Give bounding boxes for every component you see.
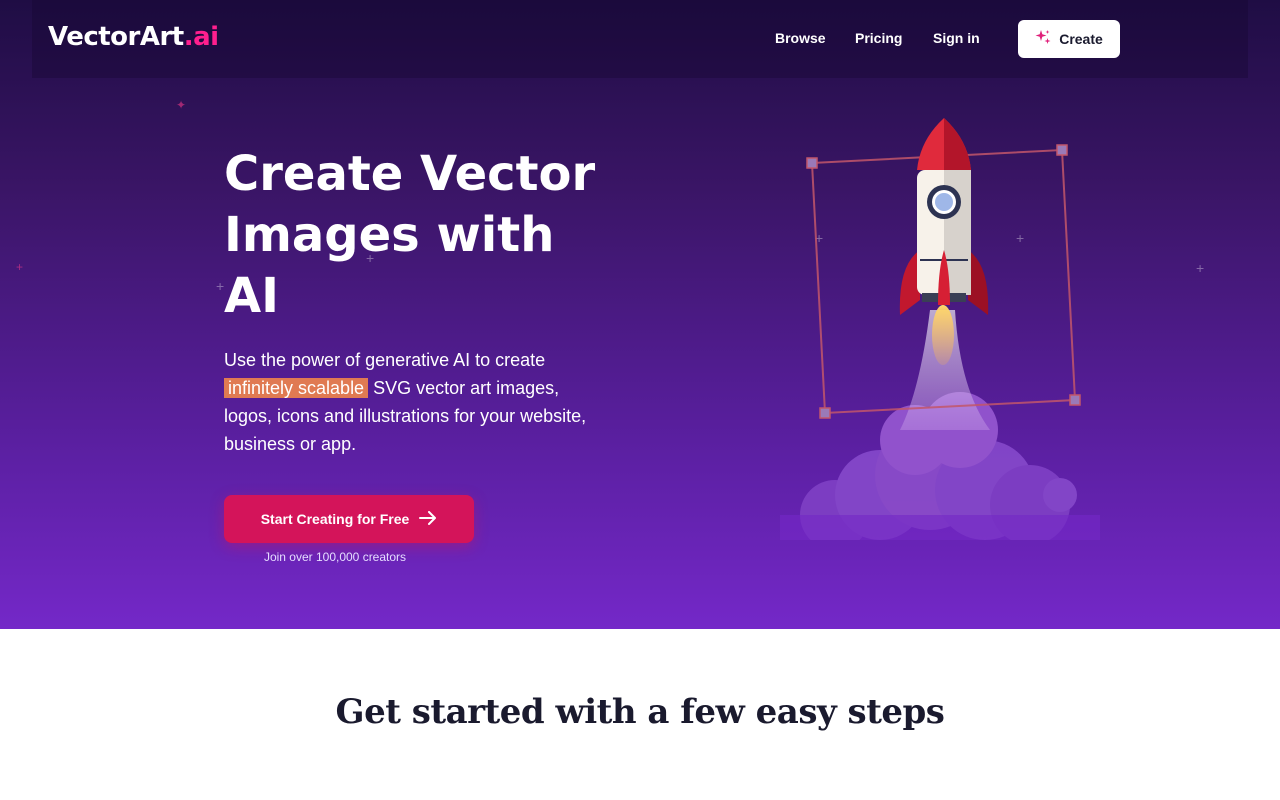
- nav-signin[interactable]: Sign in: [933, 30, 980, 46]
- sparkle-decoration-icon: ✦: [176, 98, 187, 112]
- nav-pricing[interactable]: Pricing: [855, 30, 902, 46]
- steps-section-title: Get started with a few easy steps: [335, 692, 945, 732]
- rocket-body: [899, 118, 989, 315]
- logo-main: VectorArt: [48, 22, 184, 52]
- nav-browse[interactable]: Browse: [775, 30, 826, 46]
- sparkle-decoration-icon: +: [1196, 260, 1205, 276]
- sparkle-decoration-icon: +: [216, 278, 225, 294]
- create-button-label: Create: [1059, 31, 1103, 47]
- sparkle-decoration-icon: +: [16, 260, 24, 274]
- start-creating-label: Start Creating for Free: [260, 511, 410, 527]
- logo[interactable]: VectorArt.ai: [48, 22, 219, 56]
- hero-description: Use the power of generative AI to create…: [224, 346, 604, 458]
- hero-desc-before: Use the power of generative AI to create: [224, 350, 546, 370]
- logo-accent: .ai: [183, 22, 219, 52]
- create-button[interactable]: Create: [1018, 20, 1120, 58]
- start-creating-button[interactable]: Start Creating for Free: [224, 495, 474, 543]
- hero-title: Create Vector Images with AI: [224, 146, 596, 324]
- sparkle-icon: [1035, 29, 1051, 50]
- arrow-right-icon: [419, 510, 437, 528]
- hero-section: VectorArt.ai Browse Pricing Sign in Crea…: [0, 0, 1280, 629]
- hero-desc-highlight: infinitely scalable: [224, 378, 369, 398]
- rocket-illustration: [780, 118, 1100, 540]
- cta-subtext: Join over 100,000 creators: [263, 550, 407, 564]
